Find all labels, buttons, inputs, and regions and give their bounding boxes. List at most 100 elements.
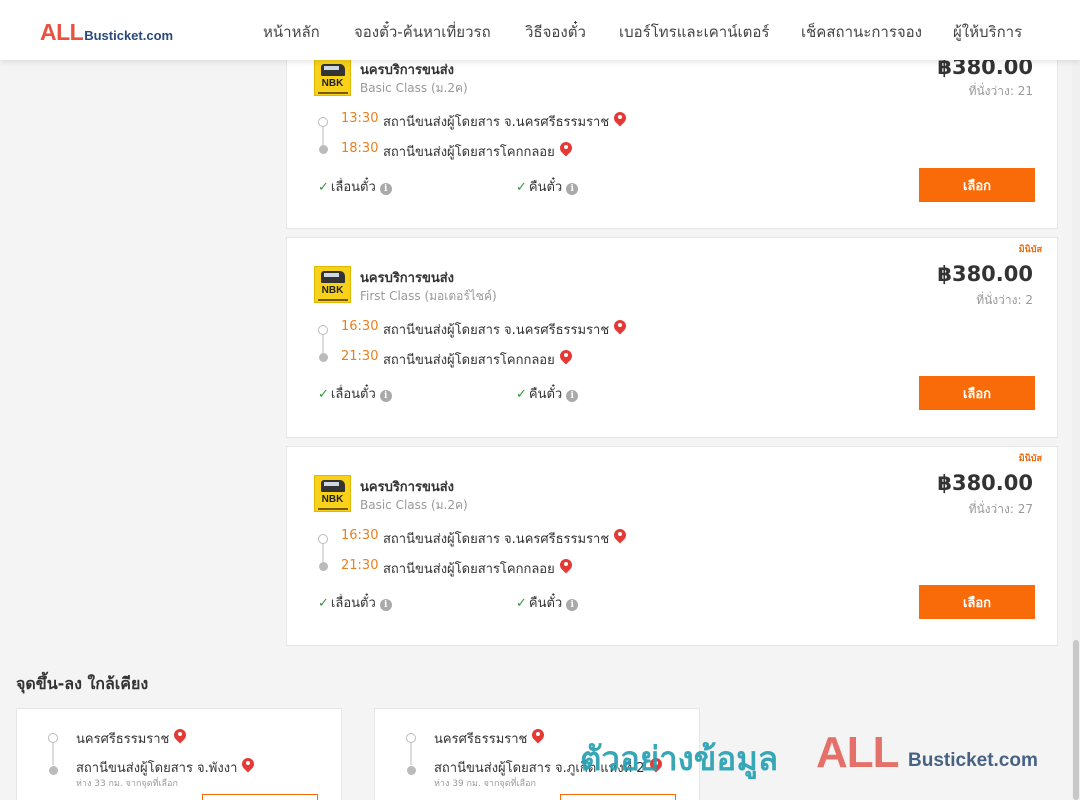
timeline-end-dot [49, 766, 58, 775]
nearby-origin: นครศรีธรรมราช [76, 728, 186, 749]
map-pin-icon[interactable] [174, 729, 186, 745]
map-pin-icon[interactable] [560, 559, 572, 575]
map-pin-icon[interactable] [560, 142, 572, 158]
nearby-select-button[interactable] [202, 794, 318, 800]
nearby-destination: สถานีขนส่งผู้โดยสาร จ.พังงา [76, 757, 254, 778]
feature-reschedule: ✓ เลื่อนตั๋ว i [318, 176, 392, 197]
minibus-badge: มินิบัส [1018, 245, 1042, 255]
arrival-time: 21:30 [341, 349, 379, 364]
select-trip-button[interactable]: เลือก [919, 168, 1035, 202]
arrival-station-label: สถานีขนส่งผู้โดยสารโคกกลอย [383, 145, 555, 160]
bus-class: First Class (มอเตอร์ไซค์) [360, 289, 497, 303]
watermark-logo-all: ALL [816, 728, 900, 777]
map-pin-icon[interactable] [614, 112, 626, 128]
feature-refund-label: คืนตั๋ว [528, 387, 563, 402]
nearby-origin-label: นครศรีธรรมราช [434, 732, 528, 747]
nearby-stop-card[interactable]: นครศรีธรรมราช สถานีขนส่งผู้โดยสาร จ.พังง… [16, 708, 342, 800]
bus-icon [321, 271, 345, 283]
arrival-station: สถานีขนส่งผู้โดยสารโคกกลอย [383, 141, 572, 162]
info-icon[interactable]: i [379, 183, 392, 195]
timeline-line [322, 544, 324, 562]
timeline-end-dot [319, 353, 328, 362]
check-icon: ✓ [516, 180, 527, 195]
arrival-station-label: สถานีขนส่งผู้โดยสารโคกกลอย [383, 562, 555, 577]
feature-reschedule: ✓ เลื่อนตั๋ว i [318, 592, 392, 613]
timeline-start-dot [406, 733, 416, 743]
seats-available: ที่นั่งว่าง: 27 [968, 502, 1033, 516]
watermark-text: ตัวอย่างข้อมูล [580, 739, 779, 778]
nav-phone-counters[interactable]: เบอร์โทรและเคาน์เตอร์ [619, 20, 769, 44]
nav-how-to-book[interactable]: วิธีจองตั๋ว [525, 20, 586, 44]
nav-book-search[interactable]: จองตั๋ว-ค้นหาเที่ยวรถ [354, 20, 491, 44]
check-icon: ✓ [516, 387, 527, 402]
info-icon[interactable]: i [566, 183, 579, 195]
map-pin-icon[interactable] [614, 529, 626, 545]
arrival-time: 21:30 [341, 558, 379, 573]
nav-home[interactable]: หน้าหลัก [263, 20, 320, 44]
timeline-end-dot [319, 145, 328, 154]
seats-available: ที่นั่งว่าง: 2 [976, 293, 1033, 307]
site-logo[interactable]: ALL Busticket.com [40, 19, 173, 45]
nearby-distance: ห่าง 39 กม. จากจุดที่เลือก [434, 779, 536, 789]
feature-reschedule-label: เลื่อนตั๋ว [330, 387, 376, 402]
nearby-origin: นครศรีธรรมราช [434, 728, 544, 749]
info-icon[interactable]: i [566, 599, 579, 611]
nearby-distance: ห่าง 33 กม. จากจุดที่เลือก [76, 779, 178, 789]
trip-card: มินิบัส NBK นครบริการขนส่ง First Class (… [286, 237, 1058, 438]
feature-reschedule-label: เลื่อนตั๋ว [330, 180, 376, 195]
arrival-time: 18:30 [341, 141, 379, 156]
nearby-destination-label: สถานีขนส่งผู้โดยสาร จ.พังงา [76, 761, 238, 776]
info-icon[interactable]: i [379, 599, 392, 611]
scrollbar-thumb[interactable] [1073, 640, 1079, 800]
trip-card: NBK นครบริการขนส่ง Basic Class (ม.2ค) ฿3… [286, 40, 1058, 229]
timeline-start-dot [318, 117, 328, 127]
logo-all-text: ALL [40, 19, 84, 45]
operator-logo-text: NBK [321, 78, 344, 89]
operator-logo-stripe [317, 92, 348, 94]
select-trip-button[interactable]: เลือก [919, 585, 1035, 619]
timeline-start-dot [318, 534, 328, 544]
operator-logo-text: NBK [321, 494, 344, 505]
feature-refund: ✓ คืนตั๋ว i [516, 176, 579, 197]
trip-card: มินิบัส NBK นครบริการขนส่ง Basic Class (… [286, 446, 1058, 646]
operator-logo: NBK [314, 475, 351, 512]
site-header: ALL Busticket.com หน้าหลัก จองตั๋ว-ค้นหา… [0, 0, 1080, 60]
nearby-origin-label: นครศรีธรรมราช [76, 732, 170, 747]
timeline-start-dot [48, 733, 58, 743]
info-icon[interactable]: i [379, 390, 392, 402]
feature-reschedule-label: เลื่อนตั๋ว [330, 596, 376, 611]
map-pin-icon[interactable] [614, 320, 626, 336]
departure-station: สถานีขนส่งผู้โดยสาร จ.นครศรีธรรมราช [383, 528, 626, 549]
timeline-start-dot [318, 325, 328, 335]
operator-name: นครบริการขนส่ง [360, 271, 455, 286]
operator-logo-text: NBK [321, 285, 344, 296]
map-pin-icon[interactable] [560, 350, 572, 366]
nav-operators[interactable]: ผู้ให้บริการ [953, 20, 1022, 44]
check-icon: ✓ [318, 387, 329, 402]
feature-refund: ✓ คืนตั๋ว i [516, 592, 579, 613]
departure-time: 13:30 [341, 111, 379, 126]
timeline-line [322, 335, 324, 353]
select-trip-button[interactable]: เลือก [919, 376, 1035, 410]
nearby-select-button[interactable] [560, 794, 676, 800]
logo-busticket-text: Busticket.com [84, 28, 174, 43]
bus-class: Basic Class (ม.2ค) [360, 498, 468, 512]
operator-name: นครบริการขนส่ง [360, 63, 455, 78]
page-scrollbar[interactable] [1072, 60, 1080, 800]
timeline-line [410, 743, 412, 765]
timeline-end-dot [319, 562, 328, 571]
feature-reschedule: ✓ เลื่อนตั๋ว i [318, 383, 392, 404]
minibus-badge: มินิบัส [1018, 454, 1042, 464]
map-pin-icon[interactable] [532, 729, 544, 745]
bus-icon [321, 480, 345, 492]
nav-booking-status[interactable]: เช็คสถานะการจอง [801, 20, 922, 44]
info-icon[interactable]: i [566, 390, 579, 402]
ticket-price: ฿380.00 [937, 471, 1033, 495]
arrival-station-label: สถานีขนส่งผู้โดยสารโคกกลอย [383, 353, 555, 368]
nearby-stops-heading: จุดขึ้น-ลง ใกล้เคียง [16, 674, 149, 693]
departure-station-label: สถานีขนส่งผู้โดยสาร จ.นครศรีธรรมราช [383, 323, 610, 338]
check-icon: ✓ [318, 596, 329, 611]
departure-station: สถานีขนส่งผู้โดยสาร จ.นครศรีธรรมราช [383, 111, 626, 132]
departure-station-label: สถานีขนส่งผู้โดยสาร จ.นครศรีธรรมราช [383, 115, 610, 130]
map-pin-icon[interactable] [242, 758, 254, 774]
